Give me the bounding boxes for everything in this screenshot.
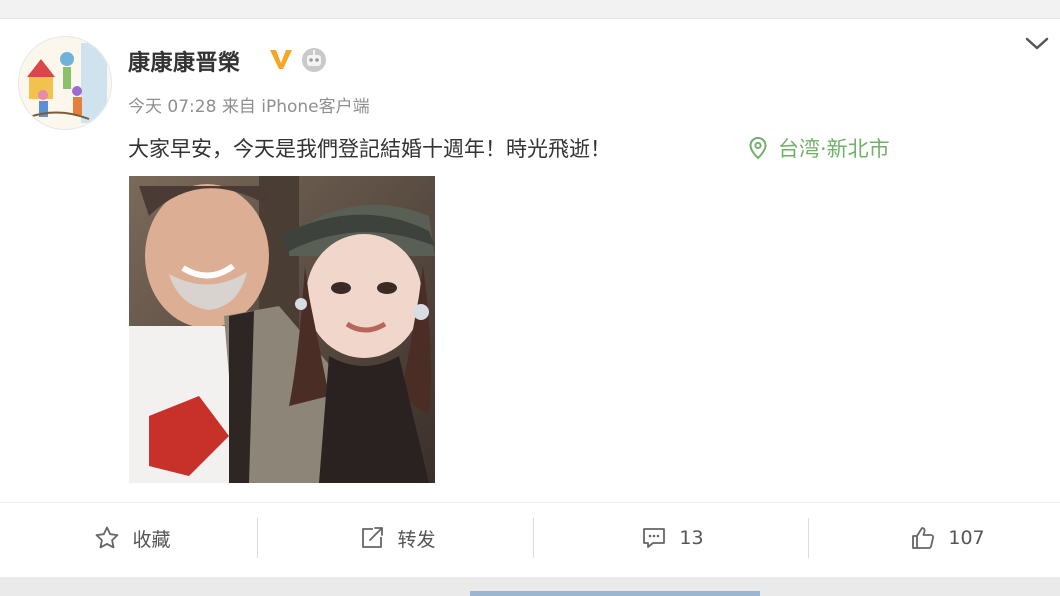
location-link[interactable]: 台湾·新北市 (748, 133, 890, 163)
post-text: 大家早安，今天是我們登記結婚十週年！時光飛逝！ (128, 137, 611, 161)
next-post-image-edge (470, 591, 760, 596)
avatar[interactable] (18, 36, 112, 130)
chevron-down-icon[interactable] (1022, 32, 1052, 54)
verified-v-icon (270, 50, 292, 69)
top-strip (0, 0, 1060, 19)
post-meta: 今天 07:28 来自 iPhone客户端 (128, 92, 370, 117)
like-button[interactable]: 107 (815, 520, 1060, 556)
location-pin-icon (749, 136, 767, 160)
action-divider (808, 518, 809, 558)
location-label: 台湾·新北市 (778, 137, 890, 161)
action-divider (533, 518, 534, 558)
post-time[interactable]: 今天 07:28 (128, 97, 216, 117)
repost-button[interactable]: 转发 (265, 520, 530, 556)
thumbs-up-icon (912, 527, 935, 549)
star-icon (96, 526, 119, 549)
next-post-edge (0, 577, 1060, 596)
favorite-button[interactable]: 收藏 (0, 520, 265, 556)
share-icon (362, 527, 384, 548)
favorite-label: 收藏 (132, 528, 171, 551)
comment-count: 13 (679, 527, 704, 549)
avatar-drawing (19, 37, 111, 129)
comment-icon (643, 528, 666, 548)
username[interactable]: 康康康晋榮 (128, 45, 241, 77)
selfie-photo (129, 176, 435, 483)
repost-label: 转发 (397, 528, 436, 551)
like-count: 107 (948, 527, 985, 549)
action-divider (257, 518, 258, 558)
comment-button[interactable]: 13 (540, 520, 805, 556)
post-source: 来自 iPhone客户端 (221, 97, 370, 117)
post-photo[interactable] (129, 176, 435, 483)
robot-badge-icon[interactable] (300, 46, 328, 74)
